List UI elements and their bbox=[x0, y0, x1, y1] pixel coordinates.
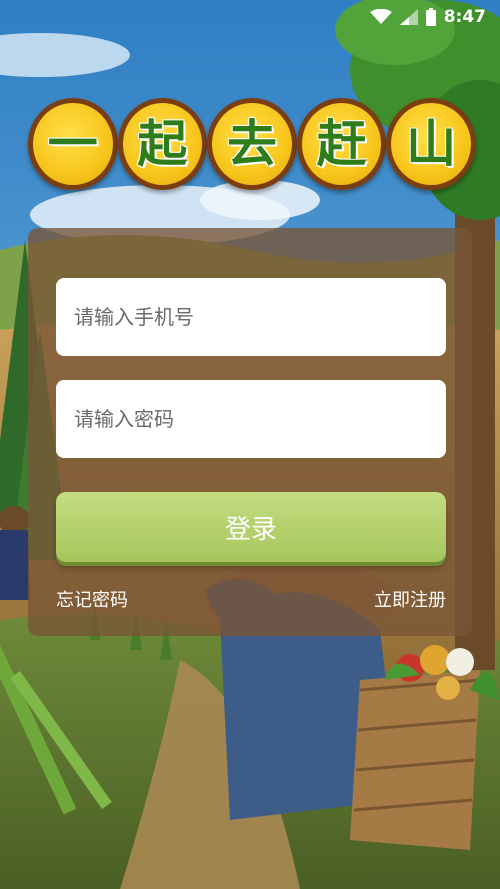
title-char: 赶 bbox=[316, 114, 367, 173]
login-panel: 登录 忘记密码 立即注册 bbox=[28, 228, 472, 636]
password-input[interactable] bbox=[56, 380, 446, 458]
app-title: 一 起 去 赶 山 bbox=[28, 98, 476, 194]
title-coin: 山 bbox=[386, 98, 476, 190]
title-char: 去 bbox=[226, 114, 277, 173]
title-char: 山 bbox=[406, 114, 457, 173]
title-coin: 去 bbox=[207, 98, 297, 190]
wifi-icon bbox=[369, 9, 392, 24]
title-char: 起 bbox=[137, 114, 188, 173]
battery-icon bbox=[425, 8, 436, 26]
status-bar: 8:47 bbox=[340, 0, 500, 34]
title-coin: 赶 bbox=[296, 98, 387, 190]
title-char: 一 bbox=[47, 114, 98, 173]
title-coin: 一 bbox=[28, 98, 118, 190]
login-button[interactable]: 登录 bbox=[56, 492, 446, 562]
signal-icon bbox=[399, 9, 418, 25]
status-time: 8:47 bbox=[443, 7, 486, 27]
forgot-password-link[interactable]: 忘记密码 bbox=[56, 586, 128, 612]
title-coin: 起 bbox=[117, 98, 208, 190]
register-link[interactable]: 立即注册 bbox=[374, 586, 446, 612]
phone-input[interactable] bbox=[56, 278, 446, 356]
